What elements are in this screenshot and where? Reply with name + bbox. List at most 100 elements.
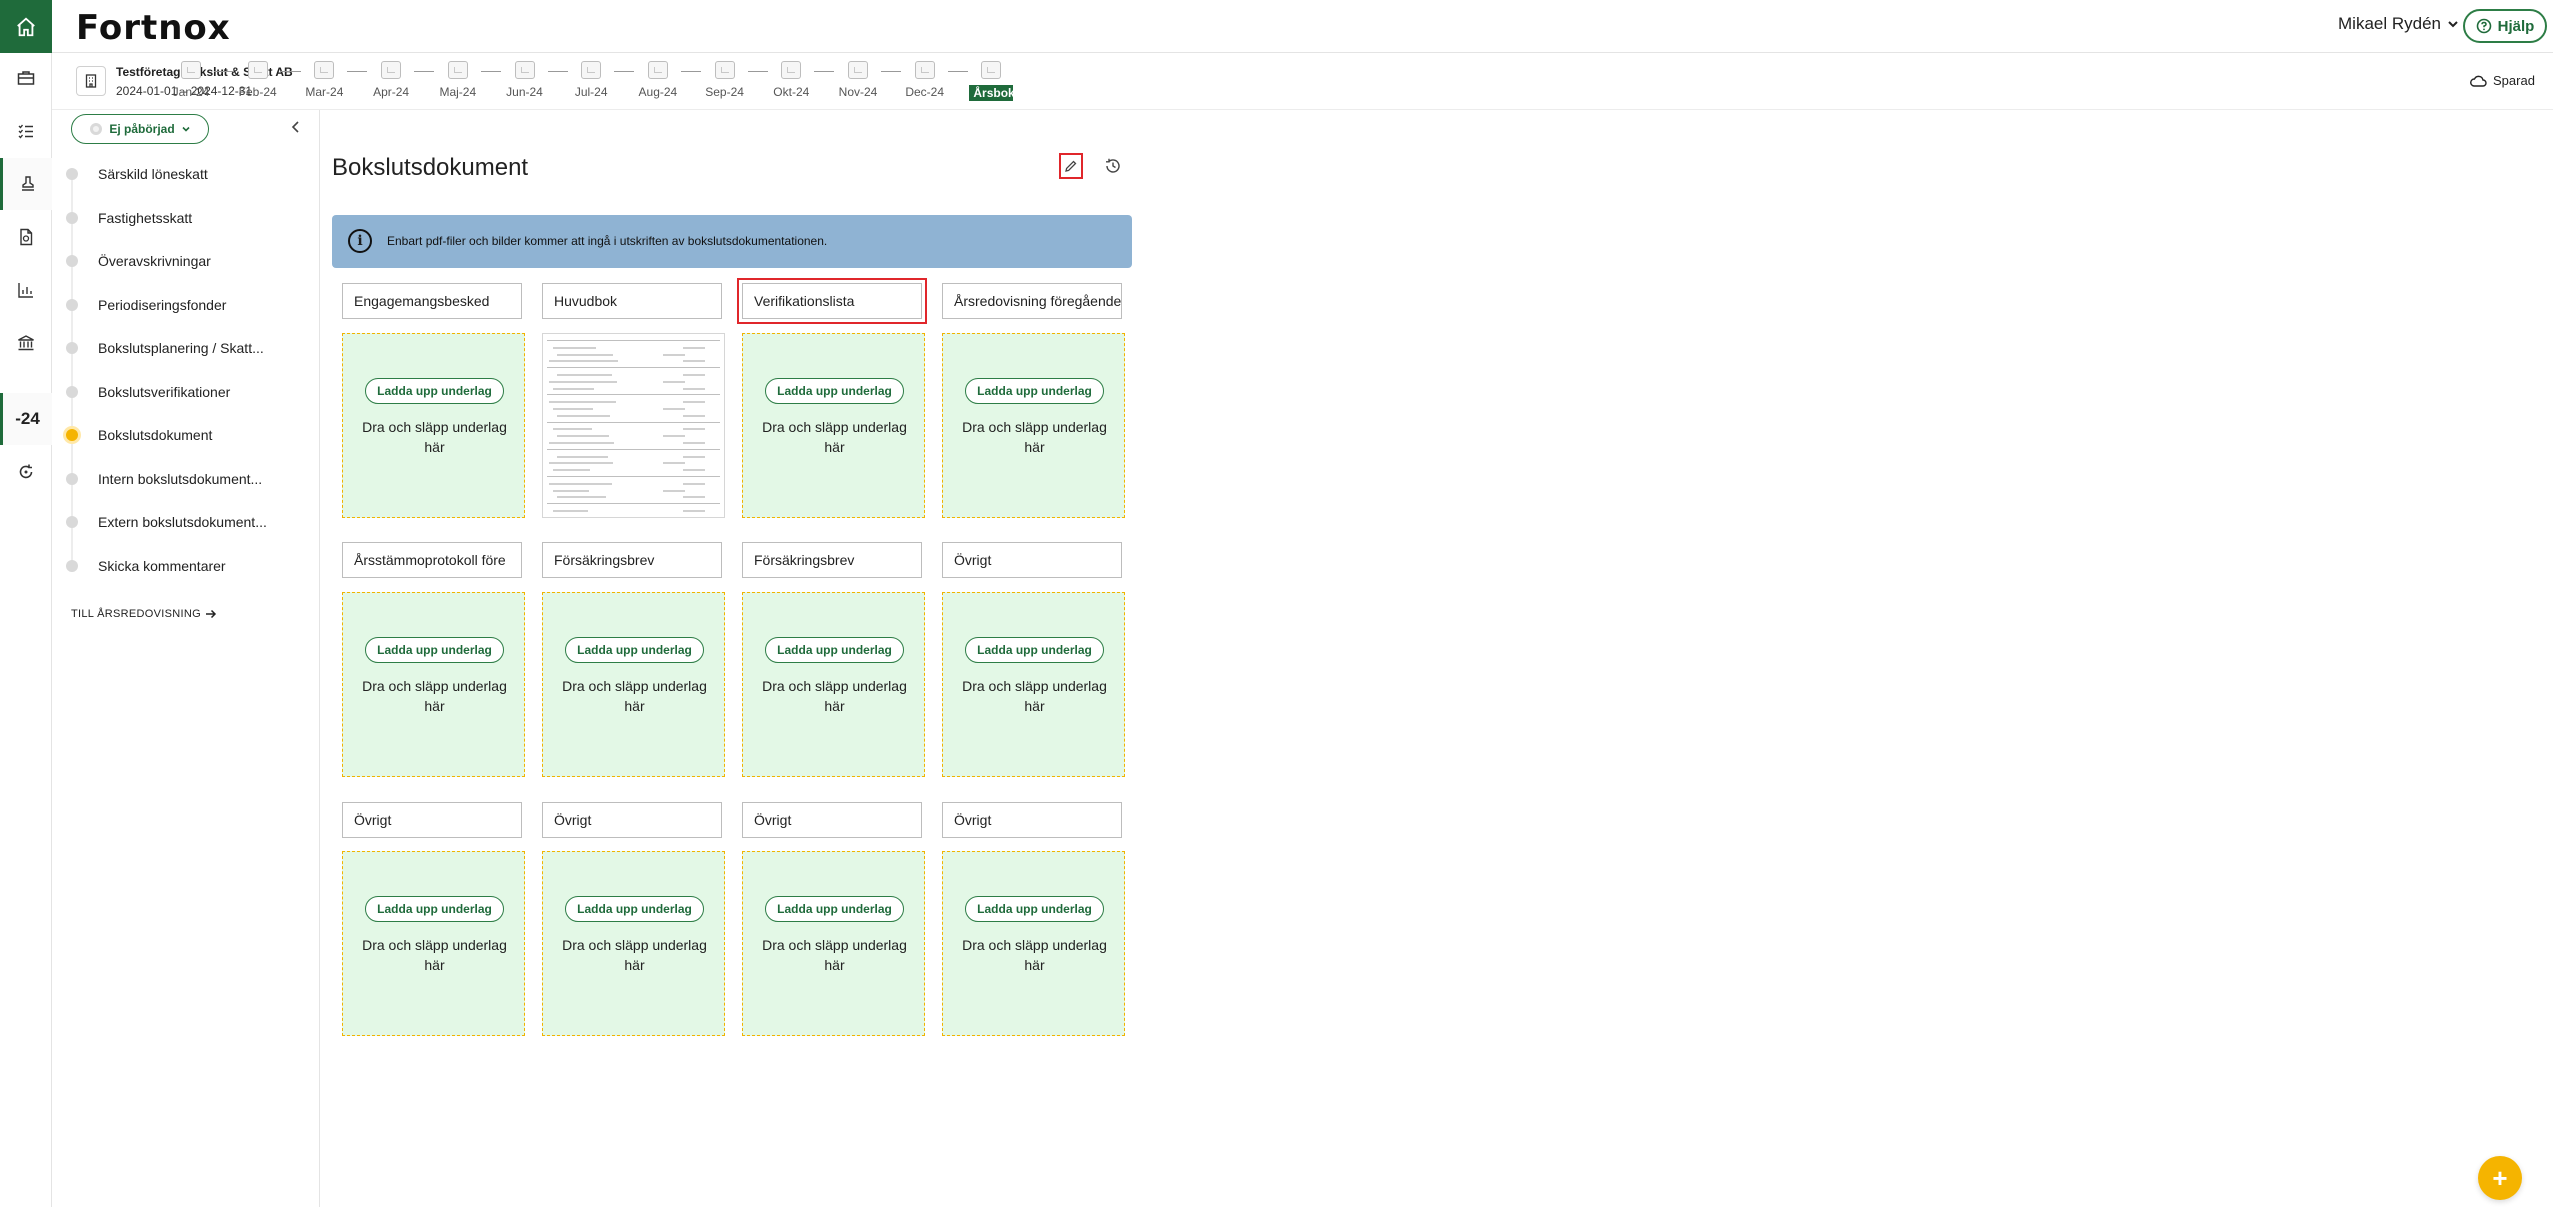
- app-logo[interactable]: Fortnox: [76, 8, 231, 48]
- month-7[interactable]: Jul-24: [569, 61, 613, 99]
- month-10[interactable]: Okt-24: [769, 61, 813, 99]
- help-button[interactable]: Hjälp: [2463, 9, 2547, 43]
- upload-dropzone[interactable]: Ladda upp underlag Dra och släpp underlag…: [742, 333, 925, 518]
- page-title: Bokslutsdokument: [332, 154, 529, 181]
- month-label: Maj-24: [439, 85, 477, 99]
- rail-item-list[interactable]: [0, 105, 52, 157]
- document-title-field[interactable]: Övrigt: [942, 542, 1122, 578]
- rail-item-year[interactable]: -24: [0, 393, 52, 445]
- preview-text-line: [683, 482, 705, 485]
- document-title-field[interactable]: Engagemangsbesked: [342, 283, 522, 319]
- step-item[interactable]: Särskild löneskatt: [52, 159, 320, 189]
- rail-item-refresh[interactable]: [0, 446, 52, 498]
- rail-item-documents[interactable]: [0, 211, 52, 263]
- step-item[interactable]: Bokslutsplanering / Skatt...: [52, 333, 320, 363]
- upload-button[interactable]: Ladda upp underlag: [365, 896, 504, 922]
- drop-hint-text: Dra och släpp underlag här: [962, 937, 1107, 973]
- chevron-left-icon: [291, 121, 299, 133]
- month-12[interactable]: Dec-24: [903, 61, 947, 99]
- document-title-field[interactable]: Övrigt: [742, 802, 922, 838]
- month-status-icon: [914, 61, 935, 79]
- rail-item-bokslut[interactable]: [0, 158, 52, 210]
- month-4[interactable]: Apr-24: [369, 61, 413, 99]
- upload-dropzone[interactable]: Ladda upp underlag Dra och släpp underlag…: [942, 592, 1125, 777]
- help-icon: [2476, 18, 2491, 34]
- step-item[interactable]: Överavskrivningar: [52, 246, 320, 276]
- upload-button[interactable]: Ladda upp underlag: [765, 378, 904, 404]
- month-connector: [947, 71, 968, 72]
- add-button[interactable]: +: [2478, 1156, 2522, 1200]
- history-button[interactable]: [1101, 154, 1125, 178]
- rail-item-reports[interactable]: [0, 264, 52, 316]
- preview-text-line: [683, 428, 705, 431]
- preview-text-line: [549, 401, 616, 404]
- step-item[interactable]: Intern bokslutsdokument...: [52, 464, 320, 494]
- upload-button[interactable]: Ladda upp underlag: [965, 637, 1104, 663]
- month-11[interactable]: Nov-24: [836, 61, 880, 99]
- document-title-field[interactable]: Årsredovisning föregående: [942, 283, 1122, 319]
- month-9[interactable]: Sep-24: [703, 61, 747, 99]
- upload-button[interactable]: Ladda upp underlag: [365, 637, 504, 663]
- step-label: Periodiseringsfonder: [98, 296, 227, 313]
- step-item[interactable]: Fastighetsskatt: [52, 203, 320, 233]
- preview-text-line: [683, 360, 705, 363]
- upload-dropzone[interactable]: Ladda upp underlag Dra och släpp underlag…: [742, 851, 925, 1036]
- upload-button[interactable]: Ladda upp underlag: [365, 378, 504, 404]
- month-connector: [747, 71, 768, 72]
- document-title-field[interactable]: Övrigt: [542, 802, 722, 838]
- month-connector: [347, 71, 368, 72]
- month-2[interactable]: Feb-24: [236, 61, 280, 99]
- document-title-field[interactable]: Huvudbok: [542, 283, 722, 319]
- home-button[interactable]: [0, 0, 52, 53]
- document-title-field[interactable]: Årsstämmoprotokoll före: [342, 542, 522, 578]
- drop-hint-text: Dra och släpp underlag här: [762, 419, 907, 455]
- upload-button[interactable]: Ladda upp underlag: [765, 896, 904, 922]
- upload-dropzone[interactable]: Ladda upp underlag Dra och släpp underlag…: [342, 592, 525, 777]
- document-preview-thumbnail[interactable]: [542, 333, 725, 518]
- user-menu[interactable]: Mikael Rydén: [2338, 14, 2459, 34]
- upload-button[interactable]: Ladda upp underlag: [565, 637, 704, 663]
- collapse-sidebar-button[interactable]: [290, 120, 302, 139]
- month-3[interactable]: Mar-24: [302, 61, 346, 99]
- step-item[interactable]: Bokslutsdokument: [52, 420, 320, 450]
- upload-dropzone[interactable]: Ladda upp underlag Dra och släpp underlag…: [542, 592, 725, 777]
- upload-button[interactable]: Ladda upp underlag: [965, 896, 1104, 922]
- upload-button[interactable]: Ladda upp underlag: [565, 896, 704, 922]
- month-5[interactable]: Maj-24: [436, 61, 480, 99]
- document-title-field[interactable]: Övrigt: [342, 802, 522, 838]
- document-title-field[interactable]: Försäkringsbrev: [542, 542, 722, 578]
- status-dropdown[interactable]: Ej påbörjad: [71, 114, 209, 144]
- upload-button[interactable]: Ladda upp underlag: [965, 378, 1104, 404]
- preview-text-line: [683, 442, 705, 444]
- rail-item-bank[interactable]: [0, 317, 52, 369]
- month-6[interactable]: Jun-24: [503, 61, 547, 99]
- upload-dropzone[interactable]: Ladda upp underlag Dra och släpp underlag…: [342, 851, 525, 1036]
- step-item[interactable]: Periodiseringsfonder: [52, 290, 320, 320]
- step-status-dot: [66, 168, 78, 180]
- step-item[interactable]: Extern bokslutsdokument...: [52, 507, 320, 537]
- upload-dropzone[interactable]: Ladda upp underlag Dra och släpp underlag…: [942, 333, 1125, 518]
- month-status-icon: [581, 61, 602, 79]
- edit-button[interactable]: [1059, 153, 1083, 179]
- document-title-field[interactable]: Verifikationslista: [737, 278, 927, 324]
- document-title-field[interactable]: Övrigt: [942, 802, 1122, 838]
- upload-dropzone[interactable]: Ladda upp underlag Dra och släpp underlag…: [742, 592, 925, 777]
- step-item[interactable]: Bokslutsverifikationer: [52, 377, 320, 407]
- history-icon: [1106, 158, 1120, 173]
- month-label: Årsbokslut: [969, 85, 1036, 101]
- preview-text-line: [557, 374, 612, 376]
- upload-button[interactable]: Ladda upp underlag: [765, 637, 904, 663]
- document-title-field[interactable]: Försäkringsbrev: [742, 542, 922, 578]
- to-annual-report-link[interactable]: TILL ÅRSREDOVISNING: [71, 608, 217, 620]
- upload-dropzone[interactable]: Ladda upp underlag Dra och släpp underlag…: [542, 851, 725, 1036]
- upload-dropzone[interactable]: Ladda upp underlag Dra och släpp underlag…: [942, 851, 1125, 1036]
- step-item[interactable]: Skicka kommentarer: [52, 551, 320, 581]
- company-icon[interactable]: [76, 66, 106, 96]
- rail-item-briefcase[interactable]: [0, 52, 52, 104]
- month-13[interactable]: Årsbokslut: [969, 61, 1036, 101]
- upload-dropzone[interactable]: Ladda upp underlag Dra och släpp underlag…: [342, 333, 525, 518]
- month-label: Mar-24: [305, 85, 344, 99]
- month-1[interactable]: Jan-24: [169, 61, 213, 99]
- month-label: Apr-24: [373, 85, 410, 99]
- month-8[interactable]: Aug-24: [636, 61, 680, 99]
